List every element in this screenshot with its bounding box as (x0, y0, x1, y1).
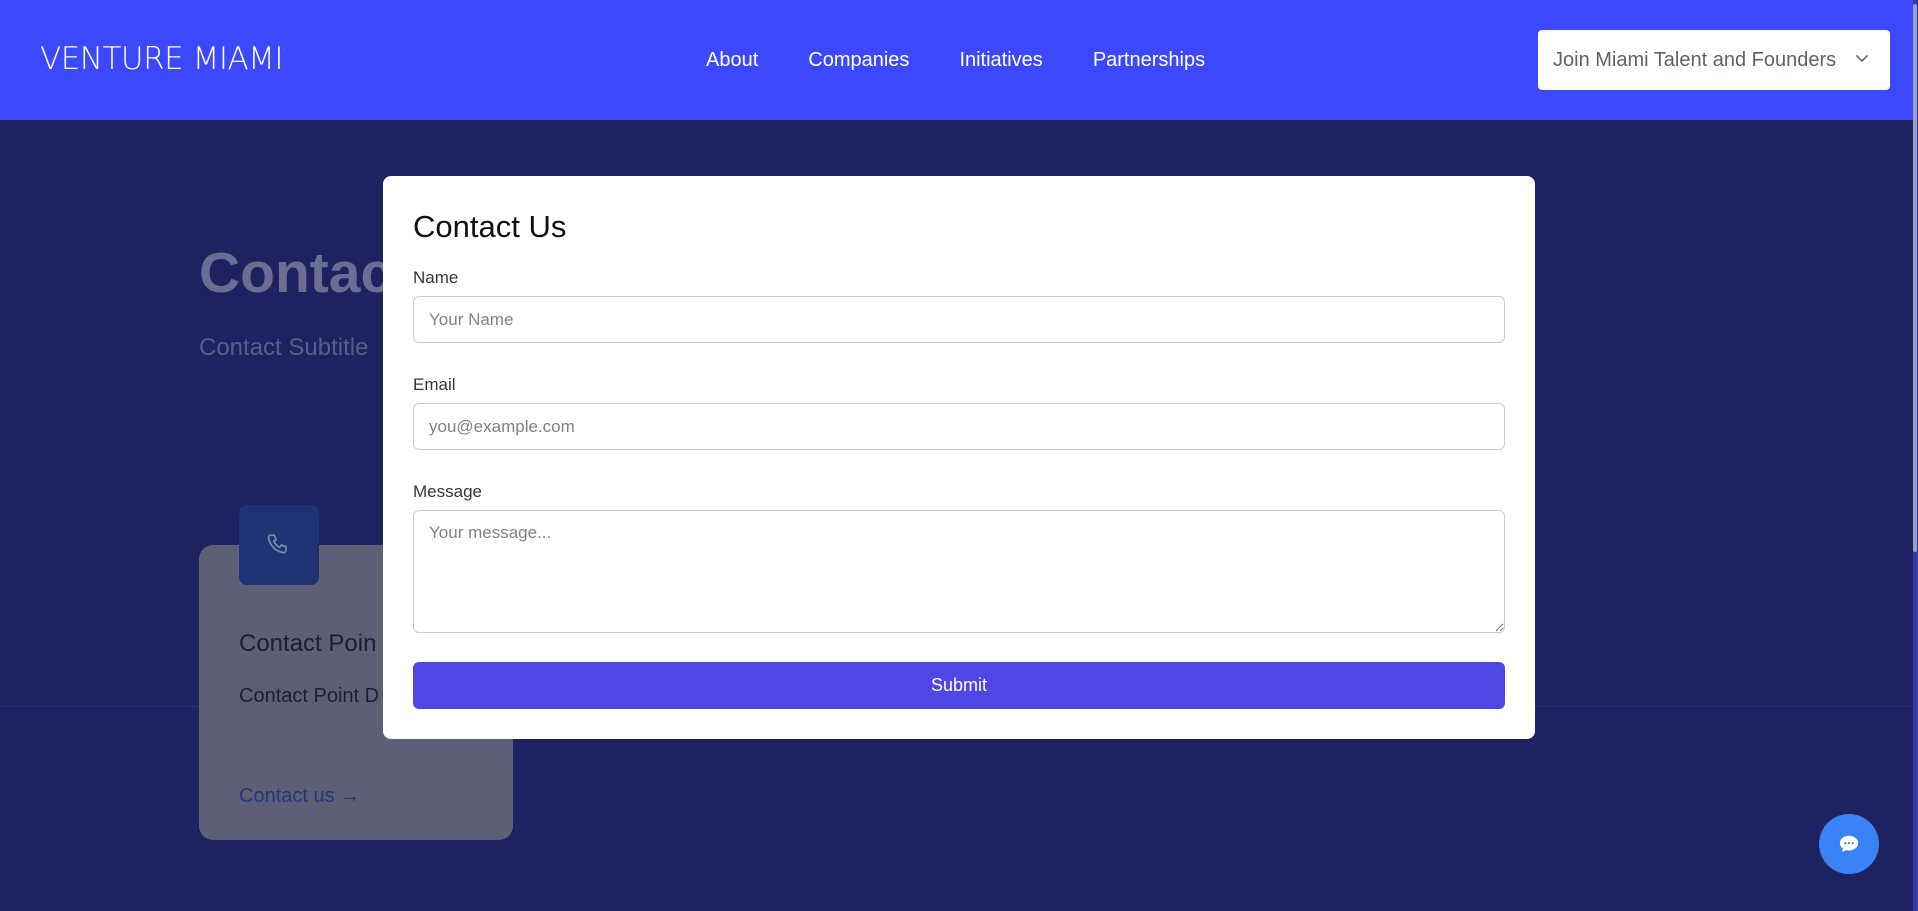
site-header: VENTURE MIAMI· About Companies Initiativ… (0, 0, 1918, 120)
phone-icon (267, 534, 287, 554)
contact-us-link[interactable]: Contact us → (239, 785, 360, 808)
page: VENTURE MIAMI· About Companies Initiativ… (0, 0, 1918, 911)
name-input[interactable] (413, 296, 1505, 343)
message-textarea[interactable] (413, 510, 1505, 633)
logo-text: VENTURE MIAMI (40, 41, 284, 77)
card-icon-box (239, 505, 319, 585)
join-select[interactable]: Join Miami Talent and Founders (1538, 30, 1890, 90)
chat-bubble-icon (1839, 835, 1859, 853)
logo[interactable]: VENTURE MIAMI· (40, 41, 286, 77)
nav-partnerships[interactable]: Partnerships (1093, 49, 1205, 72)
email-label: Email (413, 375, 456, 394)
card-description: Contact Point D (239, 685, 380, 707)
nav-about[interactable]: About (706, 49, 758, 72)
chat-button[interactable] (1819, 814, 1879, 874)
join-select-value: Join Miami Talent and Founders (1553, 48, 1837, 71)
logo-mark: · (283, 45, 286, 54)
contact-modal: Contact Us Name Email Message Submit (383, 176, 1535, 739)
scrollbar-thumb[interactable] (1913, 4, 1917, 552)
card-title: Contact Poin (239, 630, 377, 657)
email-input[interactable] (413, 403, 1505, 450)
nav-initiatives[interactable]: Initiatives (959, 49, 1042, 72)
main-nav: About Companies Initiatives Partnerships (706, 49, 1255, 72)
modal-title: Contact Us (413, 209, 567, 244)
nav-companies[interactable]: Companies (808, 49, 909, 72)
page-subtitle: Contact Subtitle (199, 334, 369, 361)
page-title: Contact (199, 241, 412, 305)
chevron-down-icon (1856, 55, 1868, 62)
submit-button[interactable]: Submit (413, 662, 1505, 709)
name-label: Name (413, 268, 459, 287)
message-label: Message (413, 482, 482, 501)
